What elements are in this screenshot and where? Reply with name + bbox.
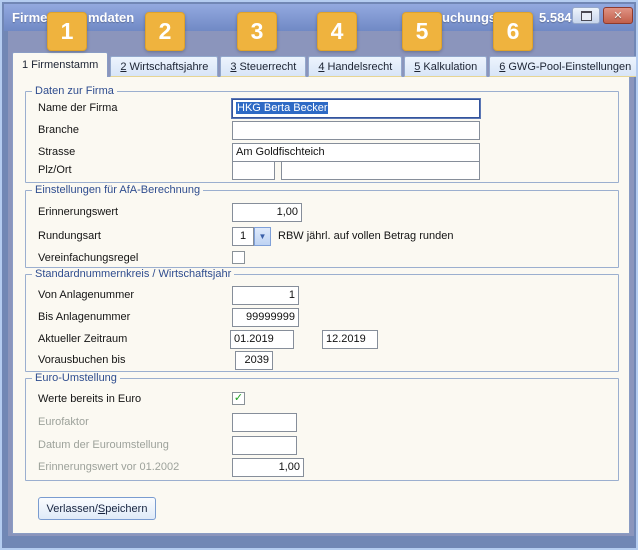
von-anlagenummer-label: Von Anlagenummer xyxy=(38,286,134,305)
tab-digit: 6 xyxy=(499,61,505,73)
zeitraum-bis-input[interactable]: 12.2019 xyxy=(322,330,378,349)
eurofaktor-input[interactable] xyxy=(232,413,297,432)
vereinfachungsregel-label: Vereinfachungsregel xyxy=(38,249,138,268)
tab-steuerrecht[interactable]: 3Steuerrecht xyxy=(220,56,306,77)
row-bis-anlagenummer: Bis Anlagenummer 99999999 xyxy=(26,308,618,327)
group-legend: Einstellungen für AfA-Berechnung xyxy=(32,184,203,196)
erinnerungswert-vor-2002-input[interactable]: 1,00 xyxy=(232,458,304,477)
group-standardnummernkreis: Standardnummernkreis / Wirtschaftsjahr V… xyxy=(25,274,619,372)
von-anlagenummer-input[interactable]: 1 xyxy=(232,286,299,305)
row-erinnerungswert-vor-2002: Erinnerungswert vor 01.2002 1,00 xyxy=(26,458,618,477)
window-title-fragment-left2: mdaten xyxy=(88,10,134,25)
row-branche: Branche xyxy=(26,121,618,140)
row-aktueller-zeitraum: Aktueller Zeitraum 01.2019 12.2019 xyxy=(26,330,618,349)
tab-digit: 4 xyxy=(318,61,324,73)
row-vorausbuchen-bis: Vorausbuchen bis 2039 xyxy=(26,351,618,370)
bis-anlagenummer-input[interactable]: 99999999 xyxy=(232,308,299,327)
window-title-version: 5.584 xyxy=(539,10,572,25)
werte-bereits-in-euro-label: Werte bereits in Euro xyxy=(38,390,141,409)
group-legend: Daten zur Firma xyxy=(32,85,117,97)
tab-digit: 5 xyxy=(414,61,420,73)
group-legend: Euro-Umstellung xyxy=(32,372,120,384)
step-badge-2: 2 xyxy=(145,12,185,51)
name-der-firma-label: Name der Firma xyxy=(38,99,117,118)
rundungsart-description: RBW jährl. auf vollen Betrag runden xyxy=(278,227,453,246)
strasse-input[interactable]: Am Goldfischteich xyxy=(232,143,480,162)
chevron-down-icon: ▼ xyxy=(259,232,267,241)
tab-label: Firmenstamm xyxy=(31,59,98,71)
werte-bereits-in-euro-checkbox[interactable]: ✓ xyxy=(232,392,245,405)
row-rundungsart: Rundungsart 1 ▼ RBW jährl. auf vollen Be… xyxy=(26,227,618,246)
name-der-firma-input[interactable]: HKG Berta Becker xyxy=(232,99,480,118)
row-vereinfachungsregel: Vereinfachungsregel xyxy=(26,249,618,268)
vorausbuchen-bis-input[interactable]: 2039 xyxy=(235,351,273,370)
datum-euroumstellung-label: Datum der Euroumstellung xyxy=(38,436,169,455)
rundungsart-label: Rundungsart xyxy=(38,227,101,246)
save-button-mnemonic: S xyxy=(98,503,105,515)
group-legend: Standardnummernkreis / Wirtschaftsjahr xyxy=(32,268,234,280)
row-plz-ort: Plz/Ort xyxy=(26,161,618,180)
erinnerungswert-label: Erinnerungswert xyxy=(38,203,118,222)
tab-firmenstamm[interactable]: 1Firmenstamm xyxy=(12,52,108,77)
zeitraum-von-input[interactable]: 01.2019 xyxy=(230,330,294,349)
tab-label: Steuerrecht xyxy=(239,61,296,73)
branche-input[interactable] xyxy=(232,121,480,140)
rundungsart-select[interactable]: 1 xyxy=(232,227,254,246)
rundungsart-dropdown-button[interactable]: ▼ xyxy=(254,227,271,246)
step-badge-6: 6 xyxy=(493,12,533,51)
tab-label: GWG-Pool-Einstellungen xyxy=(508,61,631,73)
step-badge-4: 4 xyxy=(317,12,357,51)
verlassen-speichern-button[interactable]: Verlassen/Speichern xyxy=(38,497,156,520)
save-button-text2: peichern xyxy=(105,503,147,515)
aktueller-zeitraum-label: Aktueller Zeitraum xyxy=(38,330,127,349)
row-strasse: Strasse Am Goldfischteich xyxy=(26,143,618,162)
row-werte-bereits-in-euro: Werte bereits in Euro ✓ xyxy=(26,390,618,409)
bis-anlagenummer-label: Bis Anlagenummer xyxy=(38,308,130,327)
datum-euroumstellung-input[interactable] xyxy=(232,436,297,455)
step-badge-3: 3 xyxy=(237,12,277,51)
row-erinnerungswert: Erinnerungswert 1,00 xyxy=(26,203,618,222)
row-name-der-firma: Name der Firma HKG Berta Becker xyxy=(26,99,618,118)
tab-label: Wirtschaftsjahre xyxy=(129,61,208,73)
restore-button[interactable] xyxy=(572,7,600,24)
tab-kalkulation[interactable]: 5Kalkulation xyxy=(404,56,487,77)
plz-input[interactable] xyxy=(232,161,275,180)
erinnerungswert-input[interactable]: 1,00 xyxy=(232,203,302,222)
tab-wirtschaftsjahre[interactable]: 2Wirtschaftsjahre xyxy=(110,56,218,77)
tab-handelsrecht[interactable]: 4Handelsrecht xyxy=(308,56,402,77)
step-badge-1: 1 xyxy=(47,12,87,51)
close-button[interactable]: ✕ xyxy=(603,7,633,24)
vorausbuchen-bis-label: Vorausbuchen bis xyxy=(38,351,125,370)
erinnerungswert-vor-2002-label: Erinnerungswert vor 01.2002 xyxy=(38,458,179,477)
row-eurofaktor: Eurofaktor xyxy=(26,413,618,432)
row-von-anlagenummer: Von Anlagenummer 1 xyxy=(26,286,618,305)
eurofaktor-label: Eurofaktor xyxy=(38,413,89,432)
group-afa-berechnung: Einstellungen für AfA-Berechnung Erinner… xyxy=(25,190,619,268)
tab-label: Handelsrecht xyxy=(327,61,392,73)
restore-icon xyxy=(581,11,592,21)
ort-input[interactable] xyxy=(281,161,480,180)
tab-gwg-pool-einstellungen[interactable]: 6GWG-Pool-Einstellungen xyxy=(489,56,638,77)
group-euro-umstellung: Euro-Umstellung Werte bereits in Euro ✓ … xyxy=(25,378,619,481)
branche-label: Branche xyxy=(38,121,79,140)
tab-page-firmenstamm: Daten zur Firma Name der Firma HKG Berta… xyxy=(12,76,630,534)
vereinfachungsregel-checkbox[interactable] xyxy=(232,251,245,264)
close-icon: ✕ xyxy=(613,9,622,22)
tab-digit: 2 xyxy=(120,61,126,73)
row-datum-euroumstellung: Datum der Euroumstellung xyxy=(26,436,618,455)
firmenstammdaten-window: Firmen mdaten uchungs 5.584 ✕ 1 2 3 4 5 … xyxy=(0,0,638,550)
step-badge-5: 5 xyxy=(402,12,442,51)
tab-digit: 1 xyxy=(22,59,28,71)
tab-label: Kalkulation xyxy=(423,61,477,73)
tab-digit: 3 xyxy=(230,61,236,73)
plz-ort-label: Plz/Ort xyxy=(38,161,72,180)
check-icon: ✓ xyxy=(234,393,243,404)
tab-bar: 1Firmenstamm 2Wirtschaftsjahre 3Steuerre… xyxy=(12,52,638,77)
save-button-text: Verlassen/ xyxy=(47,503,98,515)
window-title-fragment-right: uchungs xyxy=(442,10,496,25)
selected-text: HKG Berta Becker xyxy=(236,102,328,114)
group-daten-zur-firma: Daten zur Firma Name der Firma HKG Berta… xyxy=(25,91,619,183)
strasse-label: Strasse xyxy=(38,143,75,162)
